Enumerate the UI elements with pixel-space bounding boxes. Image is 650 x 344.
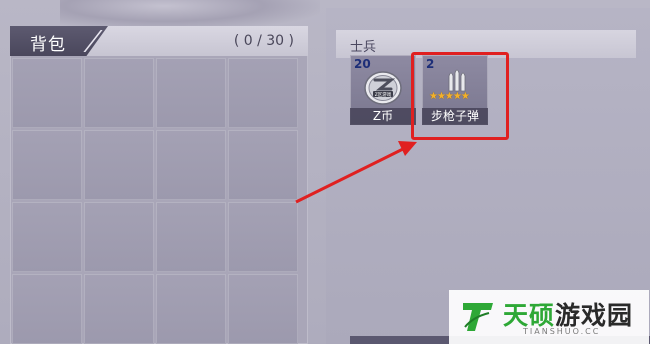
backpack-slot[interactable]: [84, 58, 154, 128]
backpack-slot[interactable]: [228, 202, 298, 272]
watermark-subtext: TIANSHUO.CC: [523, 327, 601, 336]
backpack-slot[interactable]: [84, 130, 154, 200]
highlight-box: [411, 52, 509, 140]
backpack-slot[interactable]: [84, 202, 154, 272]
backpack-slot[interactable]: [84, 274, 154, 344]
backpack-slot[interactable]: [12, 130, 82, 200]
backpack-header: 背包 ( 0 / 30 ): [10, 26, 308, 56]
backpack-slot[interactable]: [156, 130, 226, 200]
backpack-panel: 背包 ( 0 / 30 ): [10, 26, 308, 344]
backpack-title: 背包: [30, 35, 66, 55]
backpack-slot[interactable]: [156, 58, 226, 128]
backpack-slot[interactable]: [12, 274, 82, 344]
tianshuo-logo-icon: [463, 303, 493, 331]
coin-label: Z区游戏: [375, 91, 392, 98]
item-name: Z币: [350, 108, 416, 125]
soldier-title: 士兵: [350, 40, 377, 55]
backpack-slot[interactable]: [156, 202, 226, 272]
backpack-slot[interactable]: [156, 274, 226, 344]
backpack-slot[interactable]: [228, 274, 298, 344]
backpack-slot[interactable]: [12, 202, 82, 272]
item-z-coin[interactable]: 20 Z区游戏 Z币: [350, 55, 416, 125]
backpack-grid: [12, 58, 306, 344]
backpack-slot[interactable]: [228, 58, 298, 128]
backpack-slot[interactable]: [12, 58, 82, 128]
backpack-capacity: ( 0 / 30 ): [233, 33, 294, 49]
watermark: 天硕游戏园 TIANSHUO.CC: [449, 290, 649, 344]
z-coin-icon: Z区游戏: [364, 71, 402, 105]
item-quantity: 20: [354, 57, 371, 71]
backpack-slot[interactable]: [228, 130, 298, 200]
